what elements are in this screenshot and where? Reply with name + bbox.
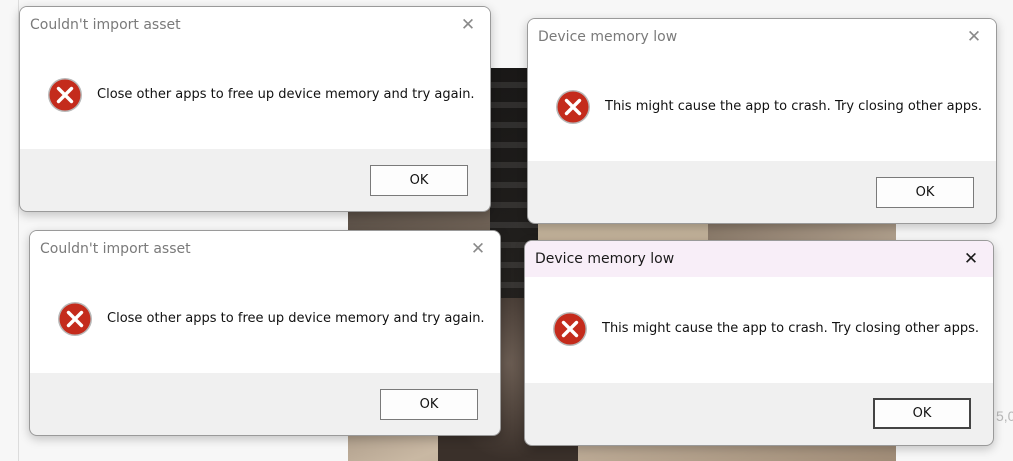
memory-low-dialog: Device memory low ✕ This might cause the…: [527, 18, 997, 224]
dialog-titlebar: Device memory low ✕: [528, 19, 996, 55]
error-icon: [556, 90, 590, 124]
close-button[interactable]: ✕: [949, 241, 993, 277]
dialog-message: Close other apps to free up device memor…: [107, 311, 485, 326]
dialog-title: Couldn't import asset: [30, 17, 181, 33]
close-button[interactable]: ✕: [952, 19, 996, 55]
close-button[interactable]: ✕: [456, 231, 500, 267]
close-icon: ✕: [470, 239, 486, 259]
memory-low-dialog-active: Device memory low ✕ This might cause the…: [524, 240, 994, 446]
dialog-message: This might cause the app to crash. Try c…: [602, 321, 979, 336]
dialog-title: Device memory low: [535, 251, 675, 267]
dialog-title: Device memory low: [538, 29, 678, 45]
close-button[interactable]: ✕: [446, 7, 490, 43]
dialog-title: Couldn't import asset: [40, 241, 191, 257]
dialog-message: Close other apps to free up device memor…: [97, 87, 475, 102]
dialog-body: This might cause the app to crash. Try c…: [525, 277, 993, 383]
dialog-message: This might cause the app to crash. Try c…: [605, 99, 982, 114]
background-partial-text: 5,0: [996, 408, 1013, 424]
error-icon: [58, 302, 92, 336]
dialog-body: This might cause the app to crash. Try c…: [528, 55, 996, 161]
close-icon: ✕: [963, 249, 979, 269]
import-error-dialog: Couldn't import asset ✕ Close other apps…: [19, 6, 491, 212]
dialog-titlebar: Device memory low ✕: [525, 241, 993, 277]
import-error-dialog: Couldn't import asset ✕ Close other apps…: [29, 230, 501, 436]
close-icon: ✕: [966, 27, 982, 47]
error-icon: [553, 312, 587, 346]
dialog-body: Close other apps to free up device memor…: [20, 43, 490, 149]
ok-button[interactable]: OK: [370, 165, 468, 196]
dialog-body: Close other apps to free up device memor…: [30, 267, 500, 373]
ok-button[interactable]: OK: [380, 389, 478, 420]
dialog-titlebar: Couldn't import asset ✕: [20, 7, 490, 43]
ok-button[interactable]: OK: [876, 177, 974, 208]
ok-button[interactable]: OK: [873, 398, 971, 429]
close-icon: ✕: [460, 15, 476, 35]
dialog-titlebar: Couldn't import asset ✕: [30, 231, 500, 267]
error-icon: [48, 78, 82, 112]
